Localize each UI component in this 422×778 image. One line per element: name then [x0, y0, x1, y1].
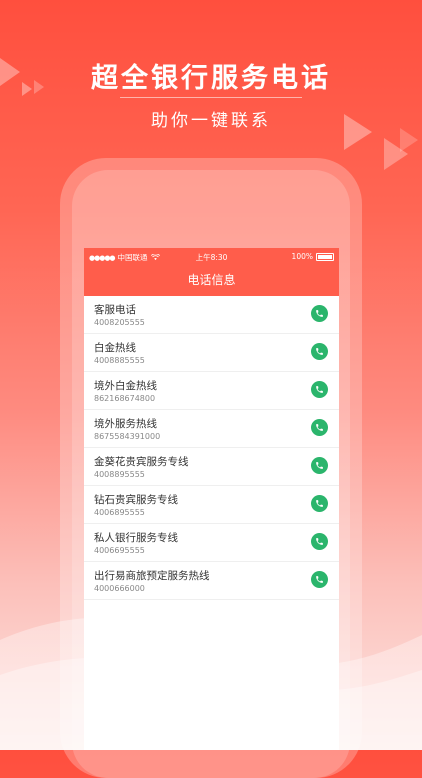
contact-row[interactable]: 私人银行服务专线 4006695555: [84, 524, 339, 562]
call-button[interactable]: [311, 305, 328, 322]
contact-row[interactable]: 白金热线 4008885555: [84, 334, 339, 372]
contact-name: 金葵花贵宾服务专线: [94, 456, 189, 468]
call-button[interactable]: [311, 457, 328, 474]
contact-number: 4006895555: [94, 508, 145, 517]
phone-icon: [316, 424, 323, 431]
phone-screen: ●●●●● 中国联通 上午8:30 100% 电话信息 客服电话 4008205…: [84, 248, 339, 750]
status-right: 100%: [292, 252, 334, 261]
contact-name: 客服电话: [94, 304, 136, 316]
contact-number: 4008895555: [94, 470, 145, 479]
phone-icon: [316, 386, 323, 393]
hero-divider: [120, 97, 302, 98]
contact-row[interactable]: 出行易商旅预定服务热线 4000666000: [84, 562, 339, 600]
hero-subtitle: 助你一键联系: [151, 111, 271, 131]
contact-name: 钻石贵宾服务专线: [94, 494, 178, 506]
call-button[interactable]: [311, 381, 328, 398]
battery-label: 100%: [291, 252, 313, 261]
contact-row[interactable]: 钻石贵宾服务专线 4006895555: [84, 486, 339, 524]
phone-icon: [316, 348, 323, 355]
call-button[interactable]: [311, 419, 328, 436]
contact-number: 4000666000: [94, 584, 145, 593]
call-button[interactable]: [311, 495, 328, 512]
contact-number: 4006695555: [94, 546, 145, 555]
contact-number: 8675584391000: [94, 432, 161, 441]
battery-icon: [316, 252, 334, 261]
contact-number: 4008885555: [94, 356, 145, 365]
phone-icon: [316, 576, 323, 583]
phone-icon: [316, 538, 323, 545]
contact-name: 出行易商旅预定服务热线: [94, 570, 210, 582]
call-button[interactable]: [311, 533, 328, 550]
contact-name: 境外白金热线: [94, 380, 157, 392]
contact-name: 白金热线: [94, 342, 136, 354]
contact-number: 4008205555: [94, 318, 145, 327]
nav-title: 电话信息: [84, 266, 339, 296]
contact-name: 私人银行服务专线: [94, 532, 178, 544]
contact-row[interactable]: 客服电话 4008205555: [84, 296, 339, 334]
contact-row[interactable]: 金葵花贵宾服务专线 4008895555: [84, 448, 339, 486]
call-button[interactable]: [311, 343, 328, 360]
hero-title: 超全银行服务电话: [91, 63, 331, 94]
contact-list: 客服电话 4008205555 白金热线 4008885555 境外白金热线 8…: [84, 296, 339, 600]
contact-name: 境外服务热线: [94, 418, 157, 430]
contact-number: 862168674800: [94, 394, 156, 403]
phone-icon: [316, 462, 323, 469]
call-button[interactable]: [311, 571, 328, 588]
status-bar: ●●●●● 中国联通 上午8:30 100%: [84, 248, 339, 266]
phone-icon: [316, 500, 323, 507]
contact-row[interactable]: 境外服务热线 8675584391000: [84, 410, 339, 448]
phone-icon: [316, 310, 323, 317]
contact-row[interactable]: 境外白金热线 862168674800: [84, 372, 339, 410]
